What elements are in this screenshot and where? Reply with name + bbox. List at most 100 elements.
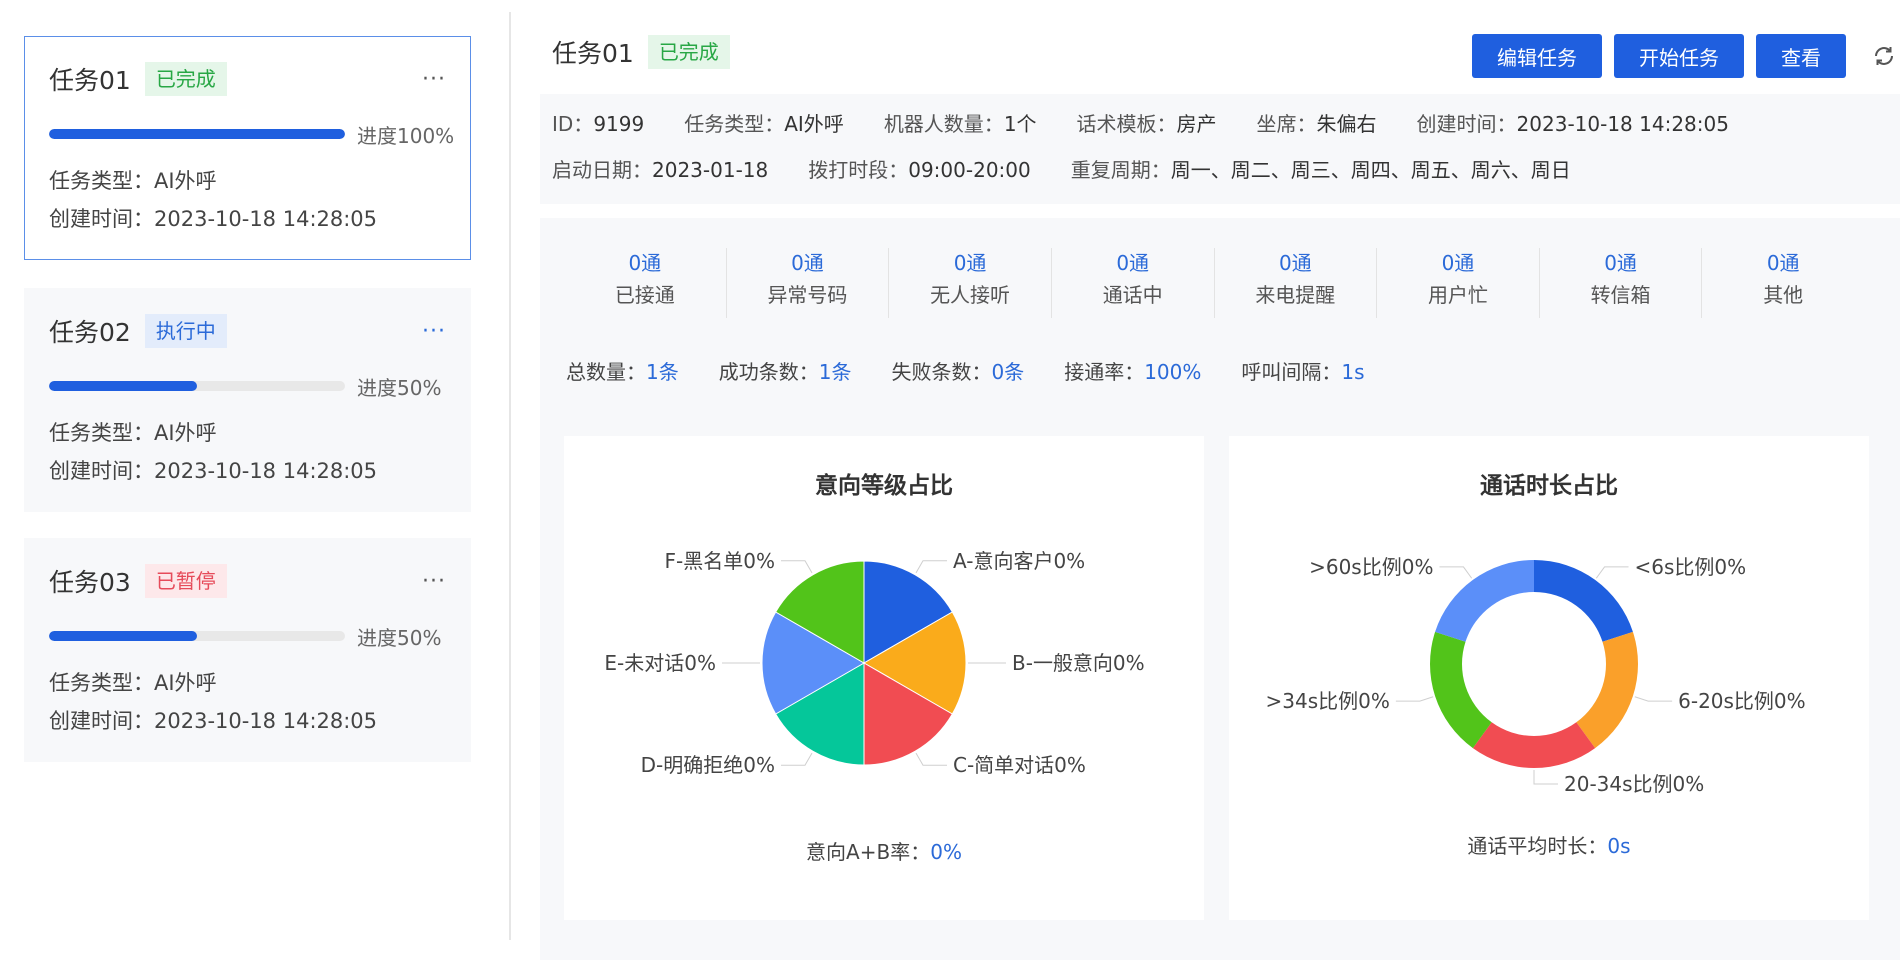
progress-label: 进度100% bbox=[357, 123, 455, 148]
task-card-header: 任务01 已完成 ··· bbox=[49, 59, 446, 99]
info-value: 朱偏右 bbox=[1316, 112, 1377, 136]
task-created-value: 2023-10-18 14:28:05 bbox=[154, 709, 378, 733]
summary-row: 总数量：1条 成功条数：1条 失败条数：0条 接通率：100% 呼叫间隔：1s bbox=[566, 356, 1405, 385]
counter-voicemail: 0通 转信箱 bbox=[1540, 248, 1703, 318]
task-type-label: 任务类型： bbox=[49, 169, 154, 193]
task-card[interactable]: 任务03 已暂停 ··· 进度50% 任务类型：AI外呼 创建时间：2023-1… bbox=[24, 538, 471, 762]
counter-label: 通话中 bbox=[1102, 283, 1163, 307]
summary-label: 成功条数： bbox=[718, 360, 819, 384]
info-start-date: 启动日期：2023-01-18 bbox=[552, 154, 768, 183]
progress-label: 进度50% bbox=[357, 375, 442, 400]
pie-slice bbox=[1472, 722, 1596, 768]
chart-footer: 意向A+B率：0% bbox=[564, 836, 1204, 865]
progress-label: 进度50% bbox=[357, 625, 442, 650]
counter-label: 其他 bbox=[1763, 283, 1804, 307]
counter-value: 0通 bbox=[1116, 251, 1150, 275]
edit-task-button[interactable]: 编辑任务 bbox=[1472, 34, 1602, 78]
footer-value: 0% bbox=[930, 840, 962, 864]
status-badge: 已暂停 bbox=[144, 564, 227, 598]
counter-value: 0通 bbox=[791, 251, 824, 275]
task-detail: 任务01 已完成 编辑任务 开始任务 查看 ID：9199 任务类型：AI外呼 … bbox=[540, 0, 1900, 960]
more-icon[interactable]: ··· bbox=[422, 569, 446, 594]
slice-label: 6-20s比例0% bbox=[1678, 689, 1806, 713]
info-label: ID： bbox=[552, 112, 594, 136]
footer-label: 意向A+B率： bbox=[806, 840, 931, 864]
slice-label: A-意向客户0% bbox=[953, 549, 1085, 573]
info-label: 创建时间： bbox=[1416, 112, 1517, 136]
slice-label: >60s比例0% bbox=[1309, 555, 1433, 579]
task-card-header: 任务03 已暂停 ··· bbox=[49, 561, 446, 601]
task-created-line: 创建时间：2023-10-18 14:28:05 bbox=[49, 203, 377, 233]
counter-value: 0通 bbox=[1441, 251, 1475, 275]
more-icon[interactable]: ··· bbox=[422, 67, 446, 92]
refresh-icon[interactable] bbox=[1872, 44, 1896, 68]
task-created-label: 创建时间： bbox=[49, 709, 154, 733]
counter-abnormal: 0通 异常号码 bbox=[727, 248, 890, 318]
summary-value: 1s bbox=[1341, 360, 1365, 384]
counter-value: 0通 bbox=[1766, 251, 1800, 275]
summary-label: 呼叫间隔： bbox=[1241, 360, 1342, 384]
progress-fill bbox=[49, 129, 345, 139]
counter-in-call: 0通通话中 bbox=[1052, 248, 1215, 318]
chart-footer: 通话平均时长：0s bbox=[1229, 830, 1869, 859]
slice-label: B-一般意向0% bbox=[1012, 651, 1145, 675]
task-created-value: 2023-10-18 14:28:05 bbox=[154, 459, 378, 483]
counter-value: 0通 bbox=[1278, 251, 1312, 275]
info-label: 重复周期： bbox=[1070, 158, 1171, 182]
start-task-button[interactable]: 开始任务 bbox=[1614, 34, 1744, 78]
summary-total: 总数量：1条 bbox=[566, 356, 679, 385]
toolbar: 编辑任务 开始任务 查看 bbox=[1460, 34, 1896, 78]
status-badge: 执行中 bbox=[144, 314, 227, 348]
info-agent: 坐席：朱偏右 bbox=[1257, 108, 1377, 137]
leader-line bbox=[781, 560, 813, 574]
slice-label: E-未对话0% bbox=[604, 651, 716, 675]
info-label: 任务类型： bbox=[684, 112, 785, 136]
view-button[interactable]: 查看 bbox=[1756, 34, 1846, 78]
progress-row: 进度100% bbox=[49, 119, 456, 149]
slice-label: D-明确拒绝0% bbox=[641, 753, 775, 777]
leader-line bbox=[1595, 566, 1629, 579]
footer-value: 0s bbox=[1607, 834, 1631, 858]
progress-bar bbox=[49, 381, 345, 391]
summary-connect-rate: 接通率：100% bbox=[1064, 356, 1201, 385]
task-type-value: AI外呼 bbox=[154, 421, 217, 445]
task-created-label: 创建时间： bbox=[49, 459, 154, 483]
counter-value: 0通 bbox=[953, 251, 987, 275]
task-card[interactable]: 任务02 执行中 ··· 进度50% 任务类型：AI外呼 创建时间：2023-1… bbox=[24, 288, 471, 512]
call-counters: 0通 已接通 0通 异常号码 0通 无人接听 0通 通话中 0通 来电提醒 0通 用户忙 0… bbox=[564, 248, 1864, 318]
info-label: 机器人数量： bbox=[883, 112, 1004, 136]
task-info: ID：9199 任务类型：AI外呼 机器人数量：1个 话术模板：房产 坐席：朱偏… bbox=[540, 94, 1900, 204]
info-value: 2023-01-18 bbox=[652, 158, 769, 182]
slice-label: <6s比例0% bbox=[1635, 555, 1747, 579]
page-title: 任务01 bbox=[552, 39, 634, 68]
info-robot-count: 机器人数量：1个 bbox=[884, 108, 1037, 137]
more-icon[interactable]: ··· bbox=[422, 319, 446, 344]
info-id: ID：9199 bbox=[552, 108, 644, 137]
info-value: 9199 bbox=[593, 112, 645, 136]
info-script-template: 话术模板：房产 bbox=[1077, 108, 1217, 137]
task-type-line: 任务类型：AI外呼 bbox=[49, 417, 217, 447]
pie-slice bbox=[1534, 560, 1633, 642]
summary-value: 1条 bbox=[646, 360, 679, 384]
task-type-label: 任务类型： bbox=[49, 671, 154, 695]
task-created-label: 创建时间： bbox=[49, 207, 154, 231]
page: 任务01 已完成 ··· 进度100% 任务类型：AI外呼 创建时间：2023-… bbox=[0, 0, 1900, 960]
info-label: 坐席： bbox=[1256, 112, 1317, 136]
info-value: 周一、周二、周三、周四、周五、周六、周日 bbox=[1170, 158, 1571, 182]
leader-line bbox=[915, 752, 947, 766]
info-value: 2023-10-18 14:28:05 bbox=[1516, 112, 1729, 136]
progress-fill bbox=[49, 381, 197, 391]
status-badge: 已完成 bbox=[144, 62, 227, 96]
leader-line bbox=[915, 560, 947, 574]
leader-line bbox=[1439, 566, 1473, 579]
task-type-value: AI外呼 bbox=[154, 671, 217, 695]
info-value: AI外呼 bbox=[784, 112, 844, 136]
task-type-value: AI外呼 bbox=[154, 169, 217, 193]
slice-label: >34s比例0% bbox=[1266, 689, 1390, 713]
duration-chart-panel: 通话时长占比 <6s比例0% 6-20s比例0% 20-34s比例0% >34s比例0… bbox=[1229, 436, 1869, 920]
leader-line bbox=[781, 752, 813, 766]
info-row: ID：9199 任务类型：AI外呼 机器人数量：1个 话术模板：房产 坐席：朱偏… bbox=[552, 108, 1769, 137]
progress-fill bbox=[49, 631, 197, 641]
progress-bar bbox=[49, 631, 345, 641]
task-card[interactable]: 任务01 已完成 ··· 进度100% 任务类型：AI外呼 创建时间：2023-… bbox=[24, 36, 471, 260]
